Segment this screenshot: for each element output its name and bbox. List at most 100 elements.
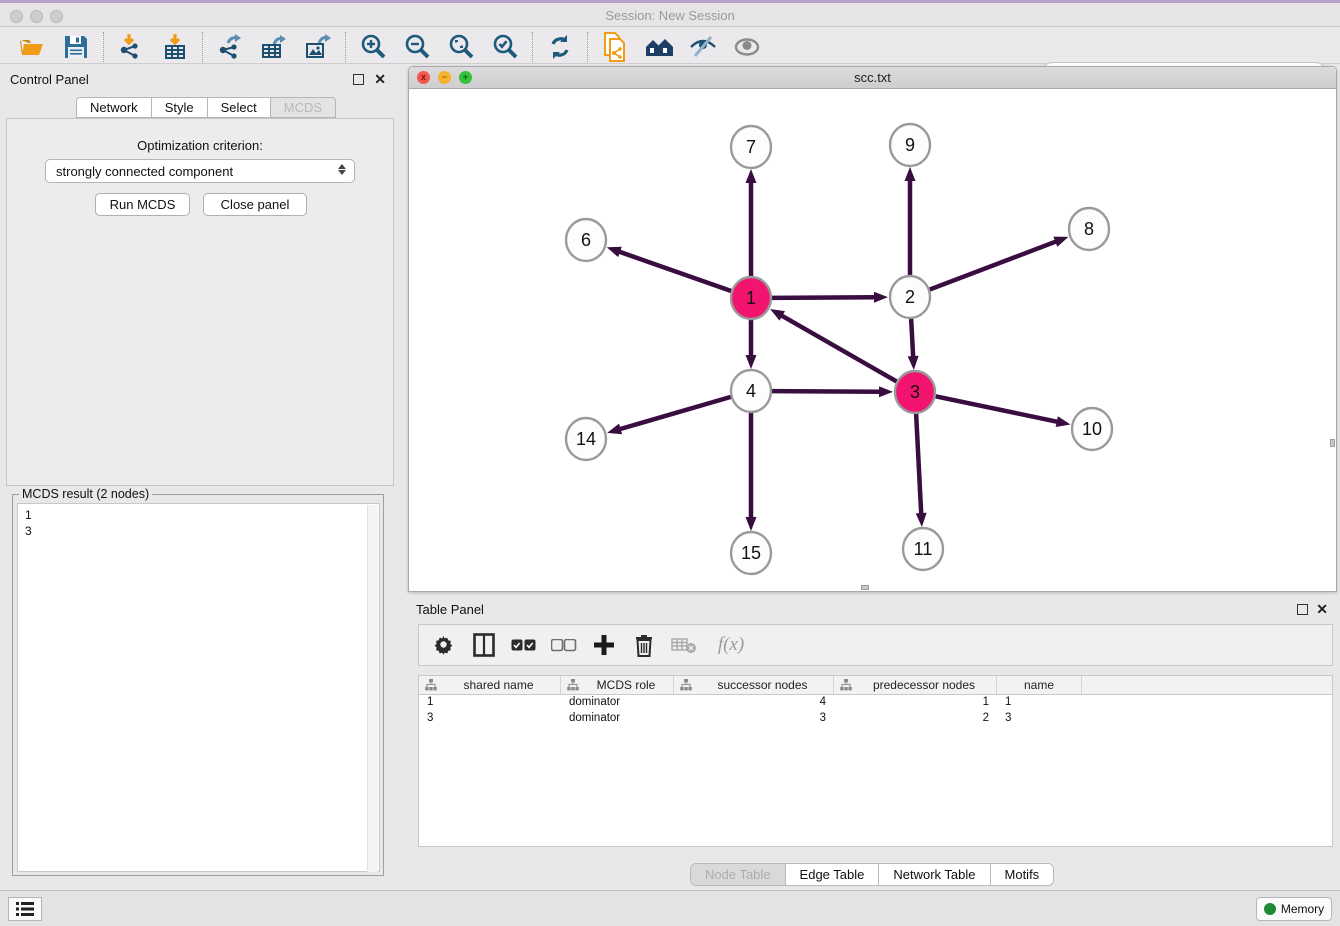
mcds-result-text[interactable]: 1 3: [17, 503, 380, 872]
tab-motifs[interactable]: Motifs: [991, 864, 1054, 885]
table-cell[interactable]: 1: [834, 695, 997, 711]
tab-network-table[interactable]: Network Table: [879, 864, 990, 885]
create-column-icon[interactable]: [591, 632, 617, 658]
zoom-selected-icon[interactable]: [490, 32, 520, 62]
table-cell[interactable]: 3: [419, 711, 561, 727]
zoom-out-icon[interactable]: [402, 32, 432, 62]
horizontal-splitter-handle[interactable]: [861, 585, 869, 590]
node-label-14: 14: [576, 429, 596, 449]
close-panel-icon[interactable]: ✕: [374, 74, 386, 85]
edge-3-11[interactable]: [916, 413, 921, 515]
table-row-0[interactable]: 1dominator411: [419, 695, 1332, 711]
column-header-shared-name[interactable]: shared name: [419, 676, 561, 694]
column-header-label: predecessor nodes: [852, 678, 996, 692]
network-title: scc.txt: [409, 70, 1336, 85]
table-cell[interactable]: 3: [674, 711, 834, 727]
new-network-from-selection-icon[interactable]: [600, 32, 630, 62]
result-scrollbar[interactable]: [367, 505, 378, 872]
tab-edge-table[interactable]: Edge Table: [786, 864, 880, 885]
tab-mcds[interactable]: MCDS: [271, 97, 336, 118]
tab-node-table[interactable]: Node Table: [691, 864, 786, 885]
zoom-in-icon[interactable]: [358, 32, 388, 62]
close-table-panel-icon[interactable]: ✕: [1316, 604, 1328, 615]
table-body: 1dominator4113dominator323: [419, 695, 1332, 727]
tab-network[interactable]: Network: [76, 97, 152, 118]
delete-column-icon[interactable]: [631, 632, 657, 658]
edge-3-10[interactable]: [936, 396, 1059, 422]
node-label-2: 2: [905, 287, 915, 307]
first-neighbors-icon[interactable]: [644, 32, 674, 62]
column-header-successor-nodes[interactable]: successor nodes: [674, 676, 834, 694]
import-table-icon[interactable]: [160, 32, 190, 62]
edge-4-3[interactable]: [772, 391, 881, 392]
run-mcds-button[interactable]: Run MCDS: [95, 193, 190, 216]
edge-arrow-3-11: [916, 513, 927, 527]
edge-arrow-1-2: [874, 292, 888, 303]
export-table-icon[interactable]: [259, 32, 289, 62]
toolbar-separator: [103, 32, 104, 62]
edge-2-3[interactable]: [911, 318, 913, 358]
export-image-icon[interactable]: [303, 32, 333, 62]
show-all-icon[interactable]: [732, 32, 762, 62]
edge-1-2[interactable]: [772, 297, 876, 298]
column-tree-icon: [567, 679, 579, 691]
edge-1-6[interactable]: [618, 251, 731, 291]
table-cell[interactable]: 2: [834, 711, 997, 727]
import-network-icon[interactable]: [116, 32, 146, 62]
network-canvas[interactable]: 7968124314101511: [409, 89, 1336, 591]
toolbar-separator: [532, 32, 533, 62]
float-table-panel-icon[interactable]: [1297, 604, 1308, 615]
node-label-15: 15: [741, 543, 761, 563]
table-cell[interactable]: 3: [997, 711, 1082, 727]
unselect-all-columns-icon[interactable]: [551, 632, 577, 658]
hide-selected-icon[interactable]: [688, 32, 718, 62]
main-toolbar: [0, 30, 1340, 64]
table-settings-gear-icon[interactable]: [431, 632, 457, 658]
save-session-icon[interactable]: [61, 32, 91, 62]
vertical-splitter-handle[interactable]: [1330, 439, 1335, 447]
table-panel-title: Table Panel: [416, 602, 484, 617]
tab-select[interactable]: Select: [208, 97, 271, 118]
table-cell[interactable]: dominator: [561, 711, 674, 727]
toolbar-separator: [587, 32, 588, 62]
table-cell[interactable]: 4: [674, 695, 834, 711]
refresh-icon[interactable]: [545, 32, 575, 62]
edge-arrow-3-10: [1056, 416, 1071, 427]
column-header-name[interactable]: name: [997, 676, 1082, 694]
column-header-label: MCDS role: [579, 678, 673, 692]
task-history-button[interactable]: [8, 897, 42, 921]
table-header-row: shared name MCDS rolesuccessor nodes prede…: [419, 676, 1332, 695]
close-panel-button[interactable]: Close panel: [203, 193, 307, 216]
mcds-result-title: MCDS result (2 nodes): [19, 487, 152, 501]
toolbar-separator: [202, 32, 203, 62]
export-network-icon[interactable]: [215, 32, 245, 62]
edge-arrow-4-14: [607, 424, 622, 435]
control-panel-tabs: NetworkStyleSelectMCDS: [76, 97, 336, 118]
criterion-select[interactable]: strongly connected component: [45, 159, 355, 183]
zoom-fit-icon[interactable]: [446, 32, 476, 62]
edge-2-8[interactable]: [930, 241, 1058, 289]
show-columns-icon[interactable]: [471, 632, 497, 658]
select-stepper-icon: [338, 164, 346, 175]
table-cell[interactable]: 1: [997, 695, 1082, 711]
memory-button[interactable]: Memory: [1256, 897, 1332, 921]
table-cell[interactable]: 1: [419, 695, 561, 711]
node-table[interactable]: shared name MCDS rolesuccessor nodes prede…: [418, 675, 1333, 847]
network-view-window: x − + scc.txt 7968124314101511: [408, 66, 1337, 592]
tab-style[interactable]: Style: [152, 97, 208, 118]
criterion-value: strongly connected component: [56, 164, 233, 179]
open-file-icon[interactable]: [17, 32, 47, 62]
node-label-6: 6: [581, 230, 591, 250]
edge-3-1[interactable]: [780, 315, 896, 382]
session-title: Session: New Session: [0, 8, 1340, 23]
table-cell[interactable]: dominator: [561, 695, 674, 711]
network-window-titlebar[interactable]: x − + scc.txt: [409, 67, 1336, 89]
float-panel-icon[interactable]: [353, 74, 364, 85]
column-header-predecessor-nodes[interactable]: predecessor nodes: [834, 676, 997, 694]
control-panel: Control Panel ✕ NetworkStyleSelectMCDS O…: [0, 66, 400, 882]
select-all-columns-icon[interactable]: [511, 632, 537, 658]
table-row-1[interactable]: 3dominator323: [419, 711, 1332, 727]
memory-status-icon: [1264, 903, 1276, 915]
column-header-MCDS-role[interactable]: MCDS role: [561, 676, 674, 694]
edge-4-14[interactable]: [619, 397, 731, 430]
